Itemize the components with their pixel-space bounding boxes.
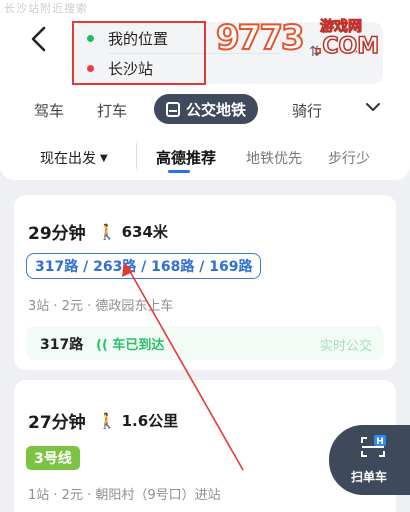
scan-bike-label: 扫单车 xyxy=(351,470,388,484)
walk-distance-value: 634米 xyxy=(121,223,168,241)
route-summary: 27分钟 🚶 1.6公里 xyxy=(28,408,178,433)
filter-recommended[interactable]: 高德推荐 xyxy=(156,147,216,168)
back-arrow-icon[interactable] xyxy=(26,24,52,54)
faint-top-text: 长沙站附近搜索 xyxy=(4,2,88,15)
route-meta: 1站 · 2元 · 朝阳村（9号口）进站 xyxy=(28,488,221,503)
route-card[interactable]: 29分钟 🚶 634米 317路 / 263路 / 168路 / 169路 3站… xyxy=(14,195,396,370)
transport-mode-tabs: 驾车 打车 公交地铁 骑行 xyxy=(0,94,410,126)
realtime-tag: 实时公交 xyxy=(319,339,372,354)
route-duration: 29分钟 xyxy=(28,224,86,244)
walk-distance: 🚶 1.6公里 xyxy=(98,410,179,431)
chevron-down-icon[interactable] xyxy=(366,100,380,114)
filter-subway-first[interactable]: 地铁优先 xyxy=(246,148,302,168)
walk-distance: 🚶 634米 xyxy=(98,221,168,242)
watermark-domain: .COM xyxy=(313,33,380,60)
route-meta: 3站 · 2元 · 德政园东上车 xyxy=(28,299,174,314)
tab-transit-label: 公交地铁 xyxy=(186,100,247,119)
site-watermark-logo: 9773 游戏网 .COM xyxy=(212,14,402,64)
filter-less-walking[interactable]: 步行少 xyxy=(328,148,370,168)
subway-line-badge[interactable]: 3号线 xyxy=(26,446,80,470)
tab-transit[interactable]: 公交地铁 xyxy=(154,94,259,124)
bus-lines[interactable]: 317路 / 263路 / 168路 / 169路 xyxy=(26,253,262,279)
scan-qr-icon: H xyxy=(361,435,386,457)
depart-time-label: 现在出发 xyxy=(40,151,96,167)
realtime-bus-row[interactable]: 317路 (( 车已到达 实时公交 xyxy=(26,326,384,360)
caret-down-icon: ▼ xyxy=(100,153,108,164)
walk-icon: 🚶 xyxy=(97,412,117,430)
active-filter-underline xyxy=(168,170,190,173)
depart-time-select[interactable]: 现在出发 ▼ xyxy=(40,148,108,168)
tab-taxi[interactable]: 打车 xyxy=(97,100,127,121)
tab-cycling[interactable]: 骑行 xyxy=(292,100,322,121)
watermark-number: 9773 xyxy=(215,17,306,59)
walk-distance-value: 1.6公里 xyxy=(121,412,179,430)
svg-text:H: H xyxy=(376,437,384,447)
walk-icon: 🚶 xyxy=(97,223,117,241)
watermark-site-name: 游戏网 xyxy=(320,19,363,36)
tab-drive[interactable]: 驾车 xyxy=(34,100,64,121)
scan-bike-button[interactable]: H 扫单车 xyxy=(329,425,410,495)
route-summary: 29分钟 🚶 634米 xyxy=(28,219,168,244)
route-filters: 现在出发 ▼ 高德推荐 地铁优先 步行少 xyxy=(0,140,410,176)
realtime-status-text: 车已到达 xyxy=(112,338,165,353)
annotation-highlight-box xyxy=(72,21,206,85)
realtime-line: 317路 xyxy=(40,337,84,353)
route-header: 长沙站附近搜索 我的位置 长沙站 ⇅ ⋯ 9773 游戏网 .COM 驾车 打车… xyxy=(0,0,410,180)
realtime-status: (( 车已到达 xyxy=(96,338,165,353)
bus-icon xyxy=(166,101,180,117)
filter-separator xyxy=(136,143,137,169)
route-duration: 27分钟 xyxy=(28,413,86,433)
